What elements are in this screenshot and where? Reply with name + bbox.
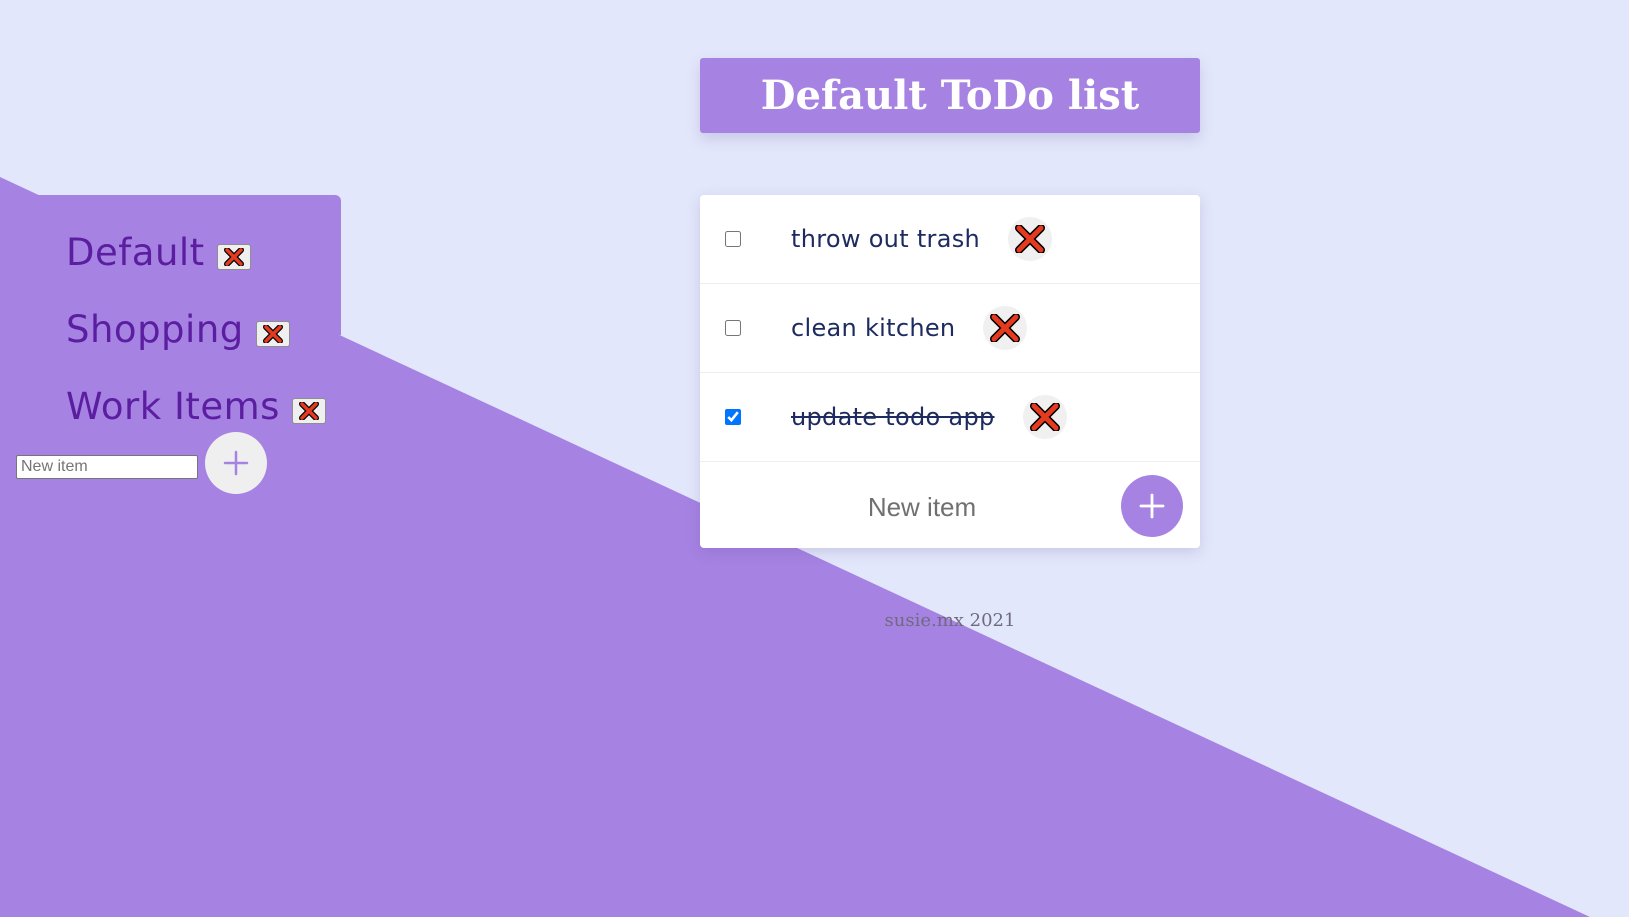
add-todo-button[interactable] <box>1121 475 1183 537</box>
todo-checkbox[interactable] <box>725 231 741 247</box>
close-icon <box>1029 403 1060 431</box>
delete-todo-button[interactable] <box>1022 395 1067 439</box>
close-icon <box>298 401 319 420</box>
todo-text: clean kitchen <box>791 314 956 342</box>
close-icon <box>262 324 283 343</box>
new-todo-row <box>700 462 1200 550</box>
todo-checkbox[interactable] <box>725 320 741 336</box>
close-icon <box>1015 225 1046 253</box>
close-icon <box>990 314 1021 342</box>
delete-list-button[interactable] <box>255 320 290 347</box>
sidebar-item-work-items: Work Items <box>66 368 326 445</box>
add-list-button[interactable] <box>205 432 267 494</box>
todo-text: update todo app <box>791 403 995 431</box>
sidebar-item-label[interactable]: Default <box>66 231 205 274</box>
footer-credit: susie.mx 2021 <box>884 610 1016 631</box>
todo-item: update todo app <box>700 373 1200 462</box>
delete-todo-button[interactable] <box>1008 217 1053 261</box>
todo-card: throw out trash clean kitchen update tod… <box>700 195 1200 548</box>
delete-list-button[interactable] <box>216 243 251 270</box>
page-header: Default ToDo list <box>700 58 1200 133</box>
new-todo-input[interactable] <box>760 482 1084 532</box>
page-title: Default ToDo list <box>760 72 1140 119</box>
todo-text: throw out trash <box>791 225 981 253</box>
todo-lists-nav: Default Shopping Work Items <box>66 214 326 445</box>
delete-list-button[interactable] <box>291 397 326 424</box>
new-list-input[interactable] <box>16 455 198 479</box>
plus-icon <box>223 450 249 476</box>
delete-todo-button[interactable] <box>983 306 1028 350</box>
todo-item: clean kitchen <box>700 284 1200 373</box>
sidebar-item-default: Default <box>66 214 326 291</box>
sidebar-item-label[interactable]: Shopping <box>66 308 244 351</box>
todo-item: throw out trash <box>700 195 1200 284</box>
sidebar-item-shopping: Shopping <box>66 291 326 368</box>
close-icon <box>223 247 244 266</box>
sidebar-item-label[interactable]: Work Items <box>66 385 280 428</box>
todo-checkbox[interactable] <box>725 409 741 425</box>
plus-icon <box>1139 493 1165 519</box>
